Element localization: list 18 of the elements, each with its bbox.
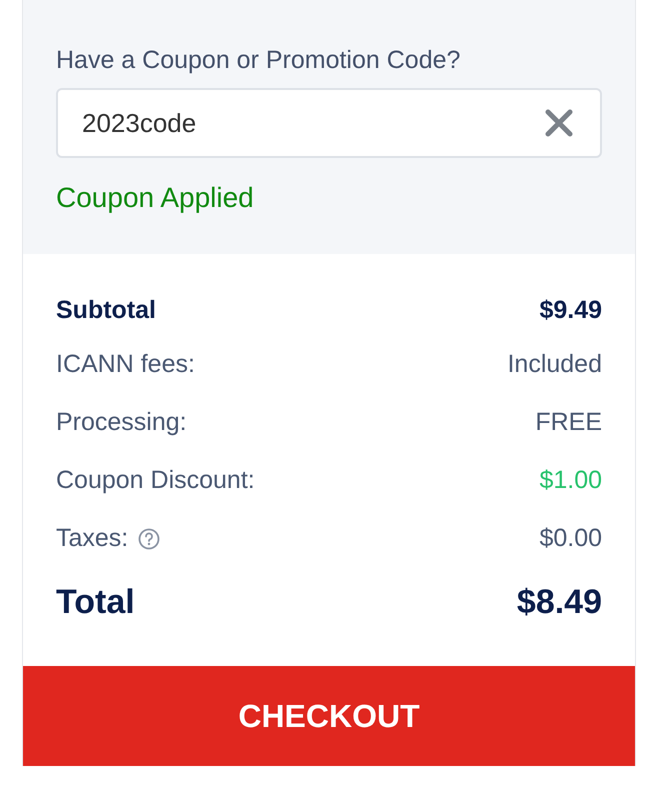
summary-label: Taxes: xyxy=(56,523,128,554)
coupon-label: Have a Coupon or Promotion Code? xyxy=(56,45,462,76)
summary-label: Coupon Discount: xyxy=(56,465,255,496)
summary-value: Included xyxy=(507,349,602,380)
coupon-input-field[interactable]: 2023code xyxy=(56,88,602,158)
summary-value: $0.00 xyxy=(539,523,602,554)
summary-value: $8.49 xyxy=(516,582,602,622)
summary-label: Subtotal xyxy=(56,295,156,326)
summary-value: $1.00 xyxy=(539,465,602,496)
checkout-button[interactable]: CHECKOUT xyxy=(23,666,635,766)
help-icon[interactable] xyxy=(138,528,160,550)
summary-label: ICANN fees: xyxy=(56,349,195,380)
close-icon[interactable] xyxy=(544,108,574,138)
summary-value: FREE xyxy=(535,407,602,438)
coupon-status: Coupon Applied xyxy=(56,181,255,215)
summary-value: $9.49 xyxy=(539,295,602,326)
summary-label: Total xyxy=(56,582,135,622)
summary-label: Processing: xyxy=(56,407,187,438)
